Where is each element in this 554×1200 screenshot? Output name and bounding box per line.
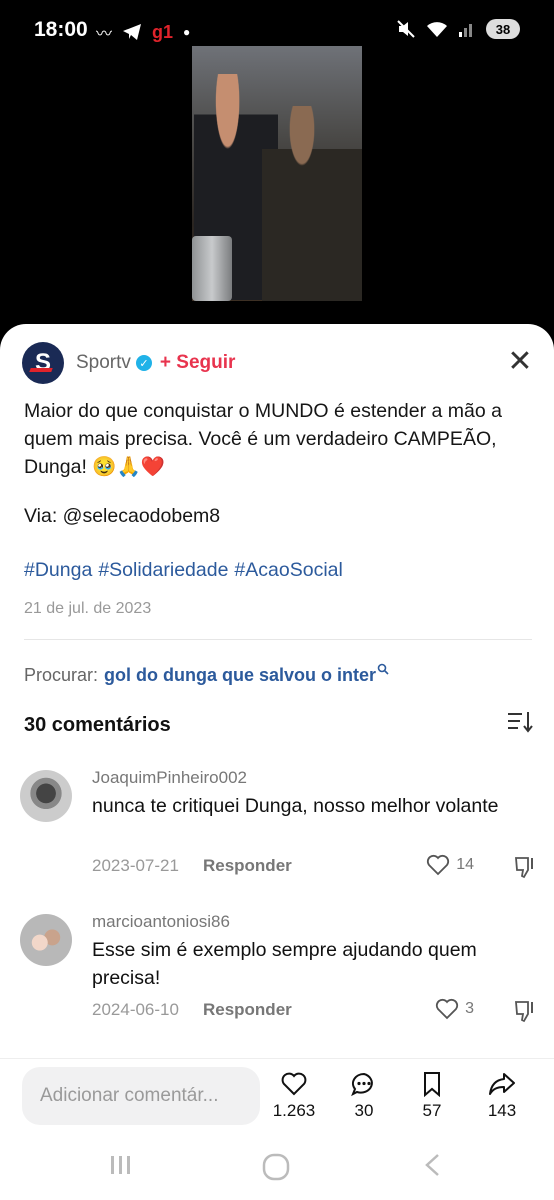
- search-suggestion[interactable]: Procurar: gol do dunga que salvou o inte…: [24, 663, 389, 686]
- hashtag-link[interactable]: #Dunga: [24, 559, 92, 582]
- like-count: 14: [456, 856, 474, 873]
- comment-count: 30: [354, 1101, 374, 1120]
- via-line: Via: @selecaodobem8: [24, 505, 221, 527]
- post-caption: Maior do que conquistar o MUNDO é estend…: [24, 397, 524, 481]
- video-person-right: [262, 106, 362, 301]
- status-right-icons: 38: [396, 19, 520, 39]
- comment-meta: 2024-06-10 Responder: [92, 1000, 292, 1020]
- comment-date: 2024-06-10: [92, 1000, 179, 1019]
- comment-item: JoaquimPinheiro002 nunca te critiquei Du…: [20, 768, 538, 890]
- account-name[interactable]: Sportv: [76, 352, 131, 374]
- hashtag-link[interactable]: #Solidariedade: [98, 559, 228, 582]
- comment-date: 2023-07-21: [92, 856, 179, 875]
- back-icon[interactable]: [420, 1152, 446, 1178]
- share-count: 143: [487, 1101, 517, 1120]
- comment-meta: 2023-07-21 Responder: [92, 856, 292, 876]
- verified-icon: ✓: [135, 355, 152, 371]
- dislike-icon[interactable]: [512, 854, 538, 880]
- comment-text: nunca te critiquei Dunga, nosso melhor v…: [92, 795, 499, 817]
- mute-icon: [397, 20, 415, 38]
- signal-icon: [459, 24, 472, 37]
- post-header: S Sportv ✓ + Seguir ✕: [22, 342, 536, 384]
- home-icon[interactable]: [261, 1152, 291, 1182]
- close-icon[interactable]: ✕: [504, 346, 536, 378]
- like-action[interactable]: 1.263: [264, 1071, 324, 1121]
- hashtags: #Dunga #Solidariedade #AcaoSocial: [24, 559, 343, 582]
- video-pot: [192, 236, 232, 301]
- like-count: 1.263: [272, 1101, 316, 1120]
- dislike-icon[interactable]: [512, 998, 538, 1024]
- search-query-link[interactable]: gol do dunga que salvou o inter: [104, 665, 376, 686]
- comment-username[interactable]: JoaquimPinheiro002: [92, 768, 247, 788]
- system-nav-bar: [0, 1140, 554, 1200]
- search-icon: [377, 663, 389, 678]
- save-action[interactable]: 57: [402, 1071, 462, 1121]
- commenter-avatar[interactable]: [20, 914, 72, 966]
- comments-count: 30 comentários: [24, 714, 171, 736]
- reply-button[interactable]: Responder: [203, 856, 292, 876]
- commenter-avatar[interactable]: [20, 770, 72, 822]
- sort-icon[interactable]: [506, 710, 534, 734]
- follow-button[interactable]: + Seguir: [160, 352, 236, 374]
- share-action[interactable]: 143: [472, 1071, 532, 1121]
- add-comment-input[interactable]: [22, 1067, 260, 1125]
- status-time: 18:00: [34, 18, 88, 41]
- share-icon[interactable]: [488, 1071, 516, 1097]
- video-player[interactable]: [192, 46, 362, 301]
- wifi-icon: [427, 22, 447, 37]
- save-count: 57: [422, 1101, 442, 1120]
- comment-item: marcioantoniosi86 Esse sim é exemplo sem…: [20, 912, 538, 1034]
- caption-text: Maior do que conquistar o MUNDO é estend…: [24, 400, 502, 478]
- hashtag-link[interactable]: #AcaoSocial: [234, 559, 342, 582]
- bookmark-icon[interactable]: [421, 1071, 443, 1097]
- comment-text: Esse sim é exemplo sempre ajudando quem …: [92, 939, 477, 989]
- heart-icon[interactable]: [426, 854, 450, 876]
- g1-icon: g1: [152, 21, 174, 42]
- reply-button[interactable]: Responder: [203, 1000, 292, 1020]
- like-count: 3: [465, 1000, 474, 1017]
- heart-icon[interactable]: [280, 1071, 308, 1097]
- heart-icon[interactable]: [435, 998, 459, 1020]
- comment-like[interactable]: 3: [435, 998, 474, 1020]
- comment-username[interactable]: marcioantoniosi86: [92, 912, 230, 932]
- battery-icon: 38: [486, 19, 520, 39]
- comment-like[interactable]: 14: [426, 854, 474, 876]
- action-bar: 1.263 30 57 143: [0, 1058, 554, 1140]
- wave-icon: 〰: [96, 26, 113, 43]
- search-prefix: Procurar:: [24, 665, 99, 685]
- comment-bubble-icon[interactable]: [350, 1071, 378, 1097]
- post-date: 21 de jul. de 2023: [24, 600, 152, 617]
- telegram-icon: [123, 24, 142, 40]
- divider: [24, 639, 532, 640]
- status-left-icons: 〰 g1 ●: [96, 20, 190, 44]
- comment-action[interactable]: 30: [334, 1071, 394, 1121]
- dot-icon: ●: [183, 25, 191, 39]
- account-avatar[interactable]: S: [22, 342, 64, 384]
- recent-apps-icon[interactable]: [108, 1152, 134, 1178]
